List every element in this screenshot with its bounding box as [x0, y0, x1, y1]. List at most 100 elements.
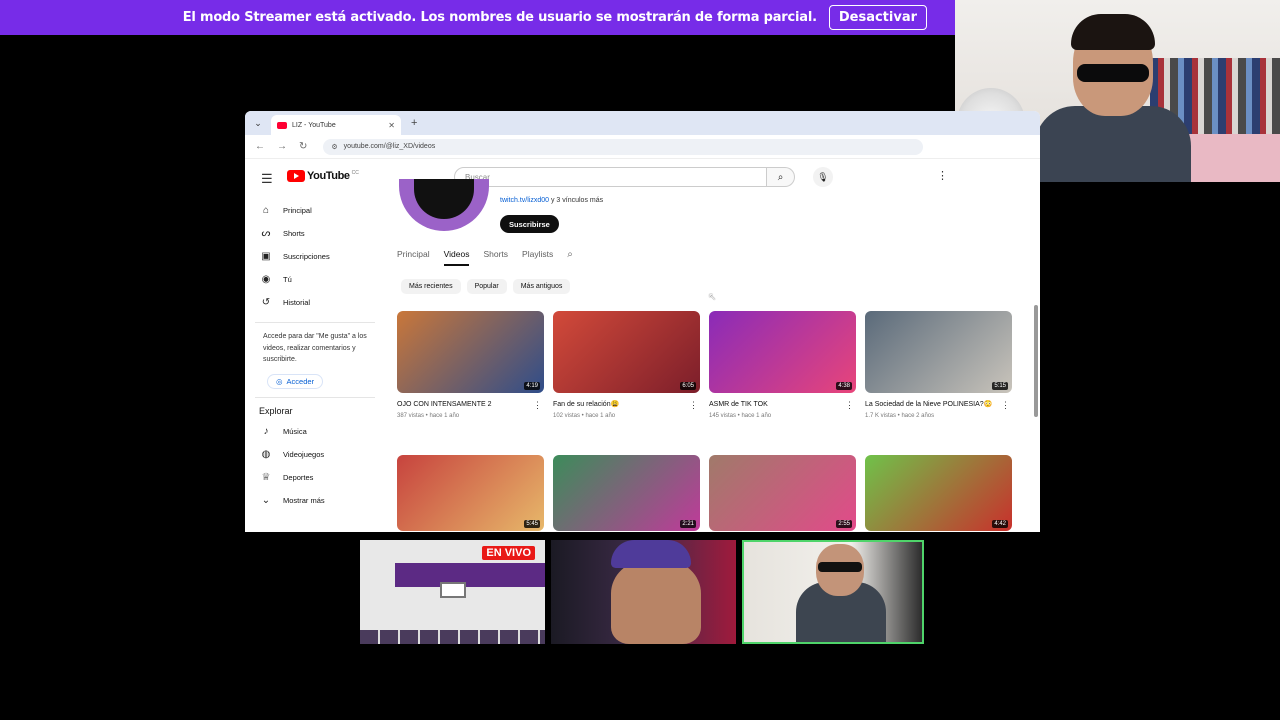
- history-icon: ↺: [261, 297, 271, 308]
- channel-links-more[interactable]: y 3 vínculos más: [551, 197, 603, 204]
- video-duration: 4:38: [836, 382, 852, 390]
- sidebar-item-label: Suscripciones: [283, 252, 330, 261]
- video-thumbnail[interactable]: 6:05: [553, 311, 700, 393]
- more-options-icon[interactable]: ⋮: [937, 169, 948, 182]
- live-preview-panel[interactable]: EN VIVO: [360, 540, 545, 644]
- tab-principal[interactable]: Principal: [397, 249, 430, 266]
- deactivate-button[interactable]: Desactivar: [828, 5, 927, 30]
- chip-oldest[interactable]: Más antiguos: [512, 279, 571, 294]
- sidebar-item-gaming[interactable]: ◍ Videojuegos: [245, 443, 385, 466]
- preview-video-grid: [360, 630, 545, 644]
- sign-in-note: Accede para dar "Me gusta" a los videos,…: [263, 333, 367, 363]
- video-card[interactable]: 4:38 ASMR de TIK TOK ⋮ 145 vistas • hace …: [709, 311, 856, 456]
- sidebar-item-music[interactable]: ♪ Música: [245, 420, 385, 443]
- tab-playlists[interactable]: Playlists: [522, 249, 553, 266]
- guest-camera-panel[interactable]: [551, 540, 736, 644]
- sidebar-item-history[interactable]: ↺ Historial: [245, 291, 385, 314]
- video-meta: 1.7 K vistas • hace 2 años: [865, 413, 935, 419]
- sidebar-item-label: Deportes: [283, 472, 314, 482]
- chip-recent[interactable]: Más recientes: [401, 279, 461, 294]
- new-tab-icon[interactable]: +: [411, 117, 417, 129]
- search-input[interactable]: Buscar: [454, 167, 767, 187]
- sign-in-button[interactable]: ◎ Acceder: [267, 373, 324, 389]
- home-icon: ⌂: [262, 205, 270, 216]
- streamer-hair: [1071, 14, 1155, 50]
- shorts-icon: ᔕ: [261, 228, 271, 239]
- sidebar-item-you[interactable]: ◉ Tú: [245, 268, 385, 291]
- sidebar-item-sports[interactable]: ♕ Deportes: [245, 466, 385, 489]
- close-icon[interactable]: ✕: [388, 121, 395, 130]
- video-thumbnail[interactable]: 4:38: [709, 311, 856, 393]
- video-title[interactable]: Fan de su relación😩: [553, 400, 619, 410]
- guest-face-image: [611, 560, 701, 644]
- gaming-icon: ◍: [261, 448, 271, 460]
- more-icon[interactable]: ⋮: [533, 400, 542, 410]
- sidebar-item-label: Mostrar más: [283, 495, 325, 505]
- reload-icon[interactable]: ↻: [299, 141, 307, 152]
- video-thumbnail[interactable]: 4:19: [397, 311, 544, 393]
- browser-window: ⌄ LIZ - YouTube ✕ + ← → ↻ ⚙ youtube.com/…: [245, 111, 1040, 532]
- video-meta: 102 vistas • hace 1 año: [553, 413, 616, 419]
- video-duration: 2:21: [680, 520, 696, 528]
- url-field[interactable]: ⚙ youtube.com/@liz_XD/videos: [323, 138, 924, 155]
- subscribe-button[interactable]: Suscribirse: [500, 215, 559, 233]
- tab-menu-icon[interactable]: ⌄: [251, 116, 265, 130]
- youtube-favicon-icon: [277, 121, 287, 129]
- tab-bar: ⌄ LIZ - YouTube ✕ +: [245, 111, 1040, 135]
- video-duration: 2:55: [836, 520, 852, 528]
- address-bar: ← → ↻ ⚙ youtube.com/@liz_XD/videos: [245, 135, 1040, 159]
- video-title[interactable]: OJO CON INTENSAMENTE 2: [397, 400, 492, 410]
- preview-channel-banner: [395, 563, 545, 587]
- voice-search-button[interactable]: 🎙: [813, 167, 833, 187]
- more-icon[interactable]: ⋮: [689, 400, 698, 410]
- streamer-camera-panel[interactable]: [742, 540, 924, 644]
- sidebar-item-subscriptions[interactable]: ▣ Suscripciones: [245, 245, 385, 268]
- video-thumbnail[interactable]: 2:21: [553, 455, 700, 531]
- scrollbar[interactable]: [1034, 305, 1038, 417]
- menu-icon[interactable]: ☰: [261, 171, 273, 187]
- you-icon: ◉: [261, 274, 271, 285]
- video-thumbnail[interactable]: 2:55: [709, 455, 856, 531]
- channel-link[interactable]: twitch.tv/lizxd00: [500, 197, 549, 204]
- video-thumbnail[interactable]: 5:15: [865, 311, 1012, 393]
- sidebar-item-shorts[interactable]: ᔕ Shorts: [245, 222, 385, 245]
- music-icon: ♪: [263, 425, 269, 437]
- sidebar-divider: [255, 396, 375, 398]
- live-badge: EN VIVO: [482, 546, 535, 560]
- monitor-icon: [440, 582, 466, 598]
- sidebar-item-label: Tú: [283, 275, 292, 284]
- video-card[interactable]: 6:05 Fan de su relación😩 ⋮ 102 vistas • h…: [553, 311, 700, 456]
- channel-main: twitch.tv/lizxd00 y 3 vínculos más Suscr…: [393, 179, 1040, 532]
- tab-videos[interactable]: Videos: [443, 249, 470, 266]
- subscriptions-icon: ▣: [261, 251, 271, 262]
- trophy-icon: ♕: [261, 471, 271, 483]
- video-card[interactable]: 4:19 OJO CON INTENSAMENTE 2 ⋮ 387 vistas …: [397, 311, 544, 456]
- sidebar-divider: [255, 322, 375, 323]
- video-title[interactable]: La Sociedad de la Nieve POLINESIA?😳: [865, 400, 992, 410]
- streamer-body: [1035, 106, 1191, 182]
- site-settings-icon[interactable]: ⚙: [331, 143, 337, 151]
- sidebar-item-show-more[interactable]: ⌄ Mostrar más: [245, 489, 385, 512]
- sidebar-item-label: Shorts: [283, 229, 305, 238]
- more-icon[interactable]: ⋮: [845, 400, 854, 410]
- video-card[interactable]: 5:15 La Sociedad de la Nieve POLINESIA?😳…: [865, 311, 1012, 456]
- tab-shorts[interactable]: Shorts: [483, 249, 508, 266]
- chip-popular[interactable]: Popular: [466, 279, 507, 294]
- video-thumbnail[interactable]: 4:42: [865, 455, 1012, 531]
- forward-icon[interactable]: →: [277, 141, 287, 152]
- search-button[interactable]: ⌕: [767, 167, 795, 187]
- channel-tabs: Principal Videos Shorts Playlists ⌕: [397, 249, 573, 266]
- sign-in-label: Acceder: [286, 376, 315, 386]
- video-title[interactable]: ASMR de TIK TOK: [709, 400, 768, 410]
- more-icon[interactable]: ⋮: [1001, 400, 1010, 410]
- video-duration: 4:19: [524, 382, 540, 390]
- channel-links: twitch.tv/lizxd00 y 3 vínculos más: [500, 197, 603, 204]
- video-thumbnail[interactable]: 5:45: [397, 455, 544, 531]
- sidebar-item-principal[interactable]: ⌂ Principal: [245, 199, 385, 222]
- back-icon[interactable]: ←: [255, 141, 265, 152]
- video-meta: 145 vistas • hace 1 año: [709, 413, 772, 419]
- youtube-logo[interactable]: YouTube CC: [287, 170, 359, 182]
- sidebar: ⌂ Principal ᔕ Shorts ▣ Suscripciones ◉ Tú ↺ H…: [245, 199, 385, 512]
- browser-tab[interactable]: LIZ - YouTube ✕: [271, 115, 401, 135]
- channel-search-icon[interactable]: ⌕: [567, 249, 573, 266]
